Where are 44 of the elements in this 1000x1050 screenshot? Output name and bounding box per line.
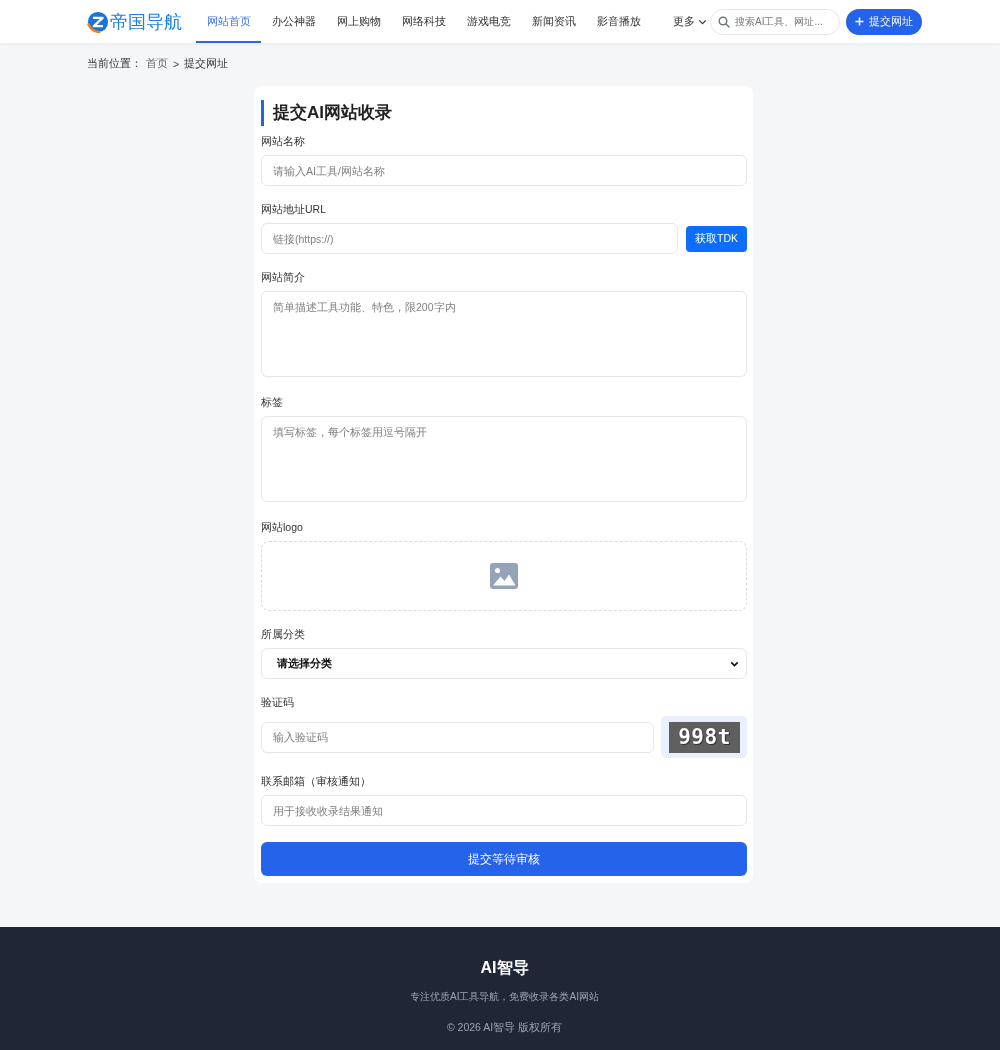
category-select[interactable]: 请选择分类 [261,648,747,679]
search-field[interactable]: 搜索AI工具、网址... [710,8,840,35]
logo-upload-area[interactable] [261,541,747,611]
site-logo[interactable]: 帝国导航 [87,10,182,33]
nav-tab[interactable]: 网站首页 [196,0,261,43]
input-field[interactable]: 输入验证码 [261,721,654,753]
fetch-tdk-button[interactable]: 获取TDK [686,225,747,252]
chevron-down-icon [698,18,707,25]
input-field[interactable]: 链接(https://) [261,223,678,254]
breadcrumb-link[interactable]: 首页 [146,57,168,71]
field-label: 网站简介 [261,270,306,284]
nav-tab[interactable]: 办公神器 [261,0,326,43]
field-label: 网站logo [261,520,304,534]
field-label: 所属分类 [261,627,306,641]
form-title: 提交AI网站收录 [261,100,747,126]
nav-tab[interactable]: 游戏电竞 [456,0,521,43]
field-label: 网站名称 [261,134,306,148]
image-icon [490,563,518,589]
search-icon [718,15,730,28]
breadcrumb-separator: > [173,58,180,70]
field-label: 标签 [261,395,284,409]
submit-button[interactable]: 提交等待审核 [261,842,747,876]
breadcrumb-label: 当前位置： [87,57,142,71]
footer-title: AI智导 [480,958,529,978]
chevron-down-icon [730,660,739,667]
field-label: 联系邮箱（审核通知） [261,774,372,788]
nav-tab[interactable]: 影音播放 [586,0,651,43]
input-field[interactable]: 请输入AI工具/网站名称 [261,155,747,186]
logo-icon [87,10,109,33]
nav-tab[interactable]: 网络科技 [391,0,456,43]
copyright-text: © 2026 AI智导 版权所有 [446,1020,563,1034]
plus-icon [855,17,864,26]
breadcrumb-current: 提交网址 [184,57,229,71]
submit-site-button[interactable]: 提交网址 [846,8,922,35]
textarea-field[interactable]: 简单描述工具功能、特色，限200字内 [261,291,747,377]
nav-tab[interactable]: 网上购物 [326,0,391,43]
footer-tagline: 专注优质AI工具导航，免费收录各类AI网站 [410,990,599,1004]
textarea-field[interactable]: 填写标签，每个标签用逗号隔开 [261,416,747,502]
more-menu[interactable]: 更多 [673,14,707,29]
input-field[interactable]: 用于接收收录结果通知 [261,795,747,826]
nav-tab[interactable]: 新闻资讯 [521,0,586,43]
field-label: 网站地址URL [261,202,327,216]
field-label: 验证码 [261,695,295,709]
captcha-image[interactable]: 998t [661,716,747,758]
